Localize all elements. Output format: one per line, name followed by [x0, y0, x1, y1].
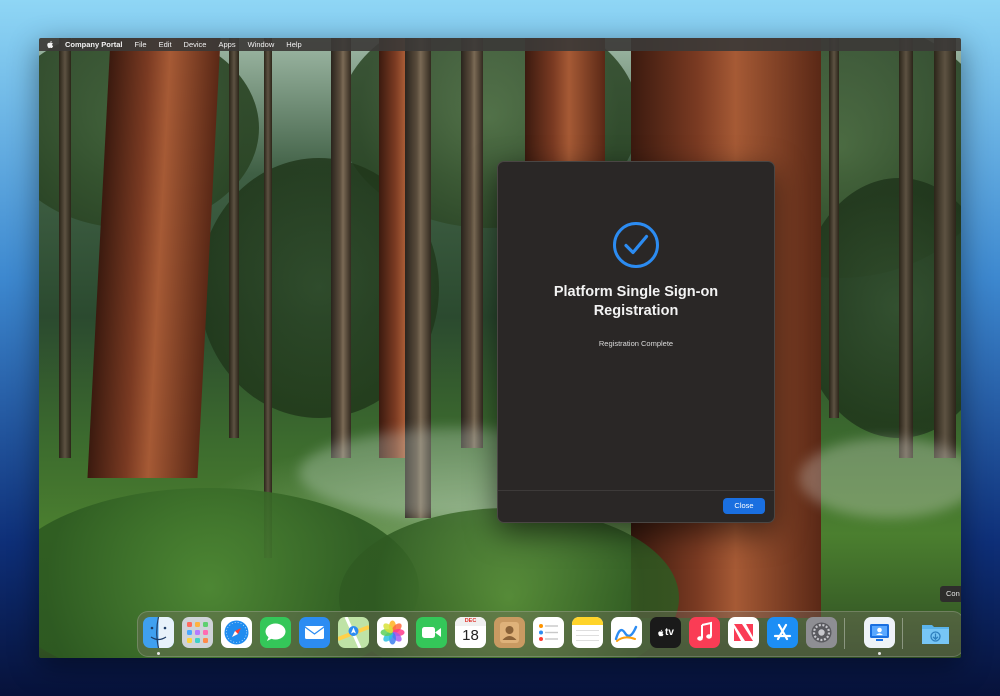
dock-calendar-icon[interactable]: DEC 18	[455, 617, 486, 648]
registration-dialog: Platform Single Sign-on Registration Reg…	[497, 161, 775, 523]
menu-edit[interactable]: Edit	[159, 40, 172, 49]
dock-separator	[902, 618, 903, 649]
menu-window[interactable]: Window	[248, 40, 275, 49]
menu-file[interactable]: File	[135, 40, 147, 49]
menu-app-name[interactable]: Company Portal	[65, 40, 123, 49]
dock: DEC 18 tv	[137, 611, 961, 657]
apple-logo-icon	[658, 629, 664, 636]
dock-downloads-folder-icon[interactable]	[920, 617, 951, 648]
menu-apps[interactable]: Apps	[218, 40, 235, 49]
dock-app-store-icon[interactable]	[767, 617, 798, 648]
dock-messages-icon[interactable]	[260, 617, 291, 648]
close-button[interactable]: Close	[723, 498, 765, 514]
dock-safari-icon[interactable]	[221, 617, 252, 648]
menu-bar: Company Portal File Edit Device Apps Win…	[39, 38, 961, 51]
finder-running-indicator	[157, 652, 160, 655]
dialog-title: Platform Single Sign-on Registration	[498, 283, 774, 321]
menu-help[interactable]: Help	[286, 40, 301, 49]
dock-maps-icon[interactable]	[338, 617, 369, 648]
dock-tv-icon[interactable]: tv	[650, 617, 681, 648]
tv-label: tv	[665, 627, 674, 638]
dialog-title-line1: Platform Single Sign-on	[553, 284, 719, 300]
status-message: Registration Complete	[598, 339, 674, 348]
dock-photos-icon[interactable]	[377, 617, 408, 648]
calendar-month: DEC	[455, 617, 486, 626]
dock-mail-icon[interactable]	[299, 617, 330, 648]
apple-icon[interactable]	[46, 40, 56, 50]
checkmark-circle-icon	[612, 221, 660, 269]
company-portal-running-indicator	[878, 652, 881, 655]
dock-music-icon[interactable]	[689, 617, 720, 648]
dock-facetime-icon[interactable]	[416, 617, 447, 648]
dock-company-portal-icon[interactable]	[864, 617, 895, 648]
dock-notes-icon[interactable]	[572, 617, 603, 648]
dialog-title-line2: Registration	[593, 303, 679, 319]
desktop: Company Portal File Edit Device Apps Win…	[39, 38, 961, 658]
background-window-peek[interactable]: Con	[940, 586, 961, 602]
calendar-day: 18	[462, 627, 479, 644]
dock-contacts-icon[interactable]	[494, 617, 525, 648]
dock-news-icon[interactable]	[728, 617, 759, 648]
dock-separator	[844, 618, 845, 649]
dock-finder-icon[interactable]	[143, 617, 174, 648]
menu-device[interactable]: Device	[184, 40, 207, 49]
dock-launchpad-icon[interactable]	[182, 617, 213, 648]
dock-system-settings-icon[interactable]	[806, 617, 837, 648]
dialog-footer-divider	[498, 490, 774, 491]
dock-freeform-icon[interactable]	[611, 617, 642, 648]
dock-reminders-icon[interactable]	[533, 617, 564, 648]
